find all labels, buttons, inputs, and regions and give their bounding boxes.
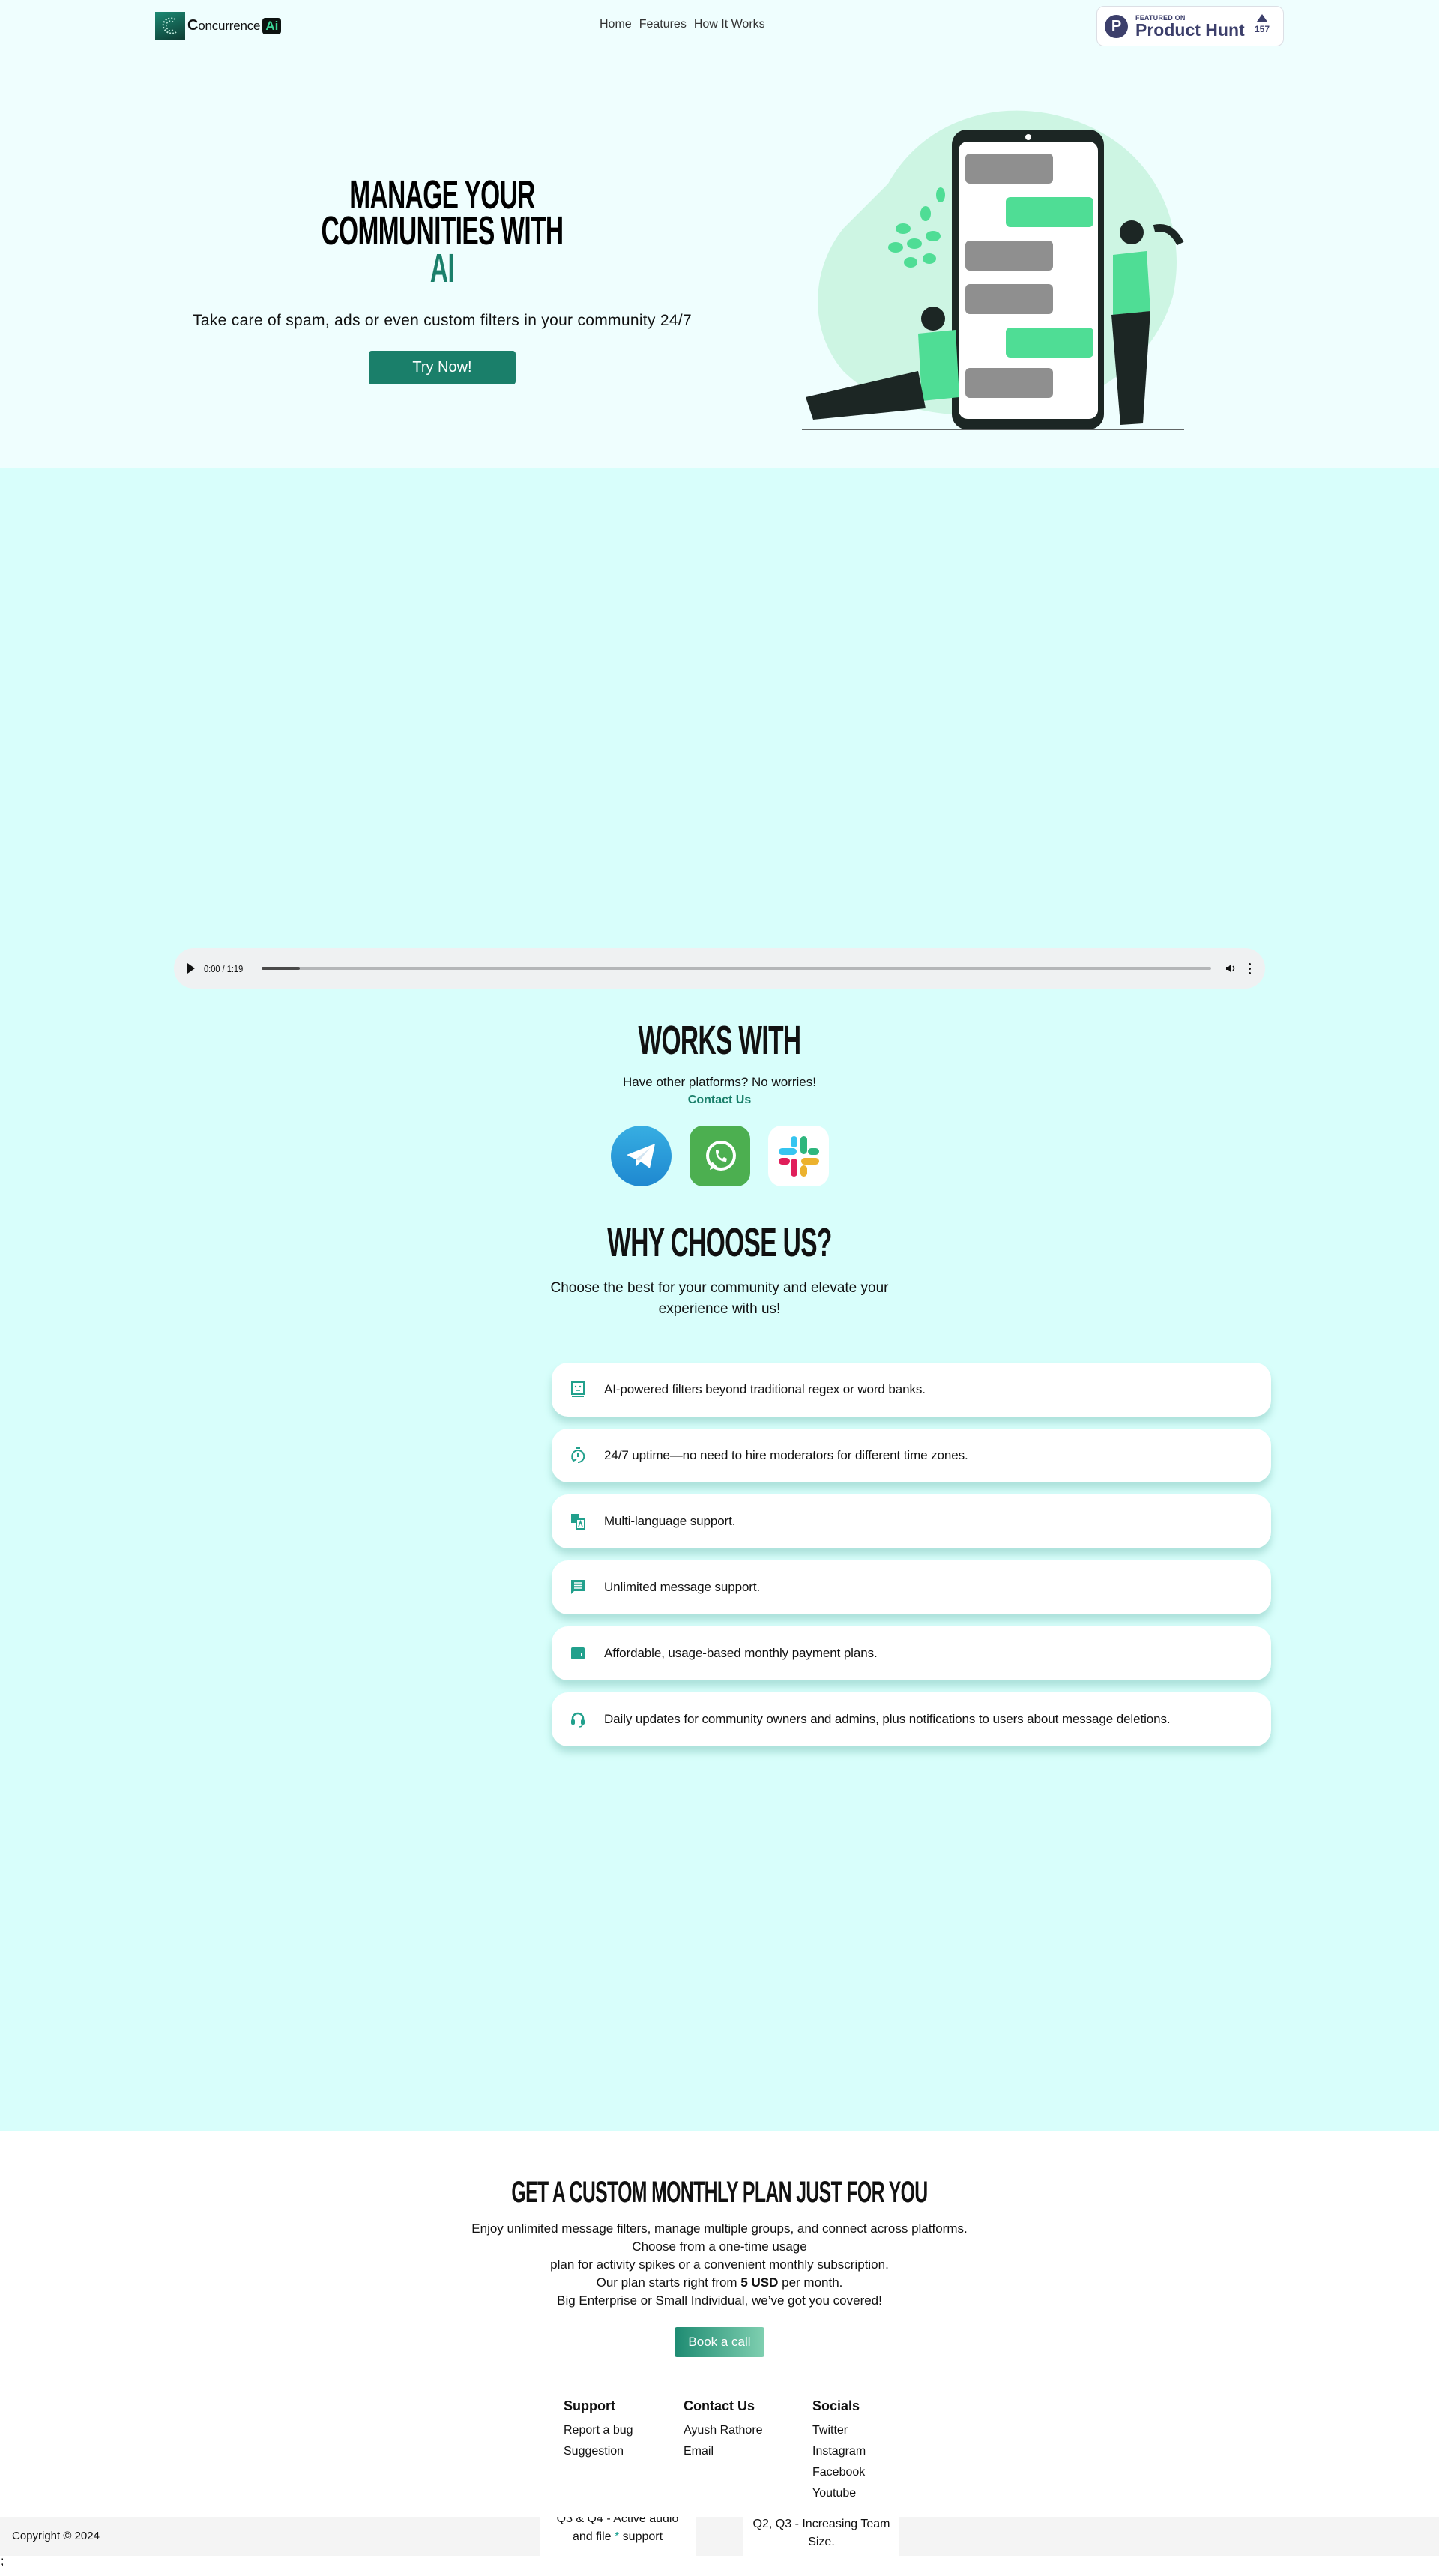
video-area	[172, 468, 1267, 948]
roadmap-item: Q2, Q3 - Increasing Team Size.	[752, 2517, 890, 2548]
hero-subtitle: Take care of spam, ads or even custom fi…	[193, 312, 692, 329]
feature-item: 24/7 uptime—no need to hire moderators f…	[552, 1429, 1271, 1482]
hero-section: Concurrence Ai Home Features How It Work…	[0, 0, 1439, 468]
telegram-icon	[611, 1126, 672, 1186]
feature-text: 24/7 uptime—no need to hire moderators f…	[604, 1448, 968, 1462]
suggestion-link[interactable]: Suggestion	[564, 2441, 684, 2462]
feature-item: Unlimited message support.	[552, 1560, 1271, 1614]
instagram-link[interactable]: Instagram	[812, 2441, 902, 2462]
nav-link-home[interactable]: Home	[600, 18, 632, 31]
plan-line: Choose from a one-time usage	[632, 2239, 807, 2254]
plan-title: GET A CUSTOM MONTHLY PLAN JUST FOR YOU	[511, 2176, 928, 2209]
phone-icon	[952, 130, 1104, 429]
plan-description: Enjoy unlimited message filters, manage …	[0, 2220, 1439, 2310]
platform-list	[611, 1126, 829, 1186]
slack-icon	[768, 1126, 829, 1186]
feature-text: Daily updates for community owners and a…	[604, 1712, 1171, 1726]
feature-text: Affordable, usage-based monthly payment …	[604, 1646, 878, 1660]
footer-heading: Support	[564, 2398, 615, 2413]
facebook-link[interactable]: Facebook	[812, 2462, 902, 2483]
brand-name: Concurrence	[187, 17, 261, 34]
footer-column-support: Support Report a bug Suggestion	[564, 2398, 684, 2504]
wallet-icon	[570, 1645, 586, 1662]
product-hunt-icon: P	[1105, 14, 1128, 38]
hero-title-accent: AI	[429, 246, 455, 291]
footer-columns: Support Report a bug Suggestion Contact …	[564, 2398, 902, 2504]
footer-column-socials: Socials Twitter Instagram Facebook Youtu…	[812, 2398, 902, 2504]
plan-line: Enjoy unlimited message filters, manage …	[471, 2221, 968, 2236]
footer-heading: Contact Us	[684, 2398, 755, 2413]
footer-heading: Socials	[812, 2398, 860, 2413]
product-hunt-text: FEATURED ON Product Hunt	[1135, 14, 1245, 40]
try-now-button[interactable]: Try Now!	[369, 351, 516, 384]
feature-list: AI-powered filters beyond traditional re…	[552, 1363, 1271, 1758]
audio-seek-bar[interactable]	[262, 967, 1211, 970]
more-options-icon[interactable]	[1249, 962, 1252, 974]
feature-text: Multi-language support.	[604, 1514, 736, 1528]
hero-title: MANAGE YOUR COMMUNITIES WITH	[321, 172, 564, 253]
audio-player: 0:00 / 1:19	[174, 948, 1265, 989]
timer-refresh-icon	[570, 1447, 586, 1464]
message-icon	[570, 1579, 586, 1596]
robot-face-icon	[570, 1381, 586, 1398]
email-link[interactable]: Email	[684, 2441, 812, 2462]
product-hunt-badge[interactable]: P FEATURED ON Product Hunt 157	[1096, 6, 1284, 46]
plan-line: plan for activity spikes or a convenient…	[550, 2257, 889, 2272]
plan-price-line: Our plan starts right from 5 USD per mon…	[596, 2275, 843, 2290]
contact-name-link[interactable]: Ayush Rathore	[684, 2420, 812, 2441]
nav-link-how-it-works[interactable]: How It Works	[694, 18, 765, 31]
plan-section: GET A CUSTOM MONTHLY PLAN JUST FOR YOU E…	[0, 2131, 1439, 2517]
works-with-subtitle: Have other platforms? No worries!	[623, 1075, 816, 1089]
hero-content: MANAGE YOUR COMMUNITIES WITH AI Take car…	[172, 172, 712, 384]
twitter-link[interactable]: Twitter	[812, 2420, 902, 2441]
youtube-link[interactable]: Youtube	[812, 2483, 902, 2504]
why-choose-subtitle: Choose the best for your community and e…	[550, 1280, 889, 1317]
nav-links: Home Features How It Works	[600, 18, 765, 31]
works-with-title: WORKS WITH	[638, 1018, 802, 1063]
feature-item: AI-powered filters beyond traditional re…	[552, 1363, 1271, 1417]
plan-line: Big Enterprise or Small Individual, we’v…	[557, 2293, 882, 2308]
navbar: Concurrence Ai Home Features How It Work…	[0, 0, 1439, 52]
plan-price: 5 USD	[740, 2275, 779, 2290]
book-call-button[interactable]: Book a call	[675, 2327, 764, 2357]
volume-icon[interactable]	[1225, 962, 1237, 974]
feature-item: Affordable, usage-based monthly payment …	[552, 1626, 1271, 1680]
product-hunt-votes: 157	[1255, 14, 1270, 35]
feature-item: Daily updates for community owners and a…	[552, 1692, 1271, 1746]
nav-link-features[interactable]: Features	[639, 18, 687, 31]
footer-column-contact: Contact Us Ayush Rathore Email	[684, 2398, 812, 2504]
feature-text: AI-powered filters beyond traditional re…	[604, 1382, 926, 1396]
contact-us-link[interactable]: Contact Us	[0, 1094, 1439, 1107]
features-section: 0:00 / 1:19 WORKS WITH Have other platfo…	[0, 468, 1439, 2576]
report-bug-link[interactable]: Report a bug	[564, 2420, 684, 2441]
feature-item: Multi-language support.	[552, 1494, 1271, 1548]
brand-ai-badge: Ai	[262, 17, 282, 34]
audio-time: 0:00 / 1:19	[204, 962, 244, 974]
translate-icon	[570, 1513, 586, 1530]
brand-logo[interactable]: Concurrence Ai	[155, 12, 282, 40]
logo-mark-icon	[155, 12, 185, 40]
why-choose-title: WHY CHOOSE US?	[607, 1220, 832, 1265]
vote-count: 157	[1254, 24, 1270, 34]
headset-icon	[570, 1711, 586, 1728]
product-hunt-name: Product Hunt	[1135, 20, 1245, 40]
upvote-arrow-icon	[1256, 14, 1267, 22]
play-icon[interactable]	[187, 963, 195, 974]
hero-illustration	[802, 110, 1184, 430]
whatsapp-icon	[690, 1126, 750, 1186]
feature-text: Unlimited message support.	[604, 1580, 761, 1594]
audio-progress-fill	[262, 967, 301, 970]
